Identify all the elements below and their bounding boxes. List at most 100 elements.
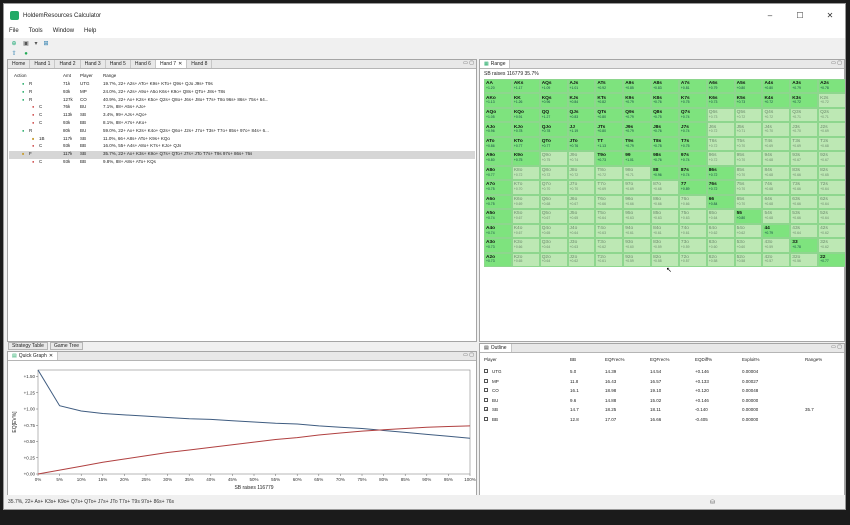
range-cell-A6o[interactable]: A6o +0.75 — [484, 194, 512, 210]
range-cell-KQo[interactable]: KQo +0.91 — [511, 107, 540, 123]
menu-help[interactable]: Help — [79, 27, 101, 38]
range-cell-J2o[interactable]: J2o +0.62 — [567, 252, 596, 267]
range-cell-JTo[interactable]: JTo +0.76 — [567, 136, 596, 152]
player-checkbox[interactable] — [484, 369, 488, 373]
range-cell-K6o[interactable]: K6o +0.69 — [511, 194, 540, 210]
range-cell-87o[interactable]: 87o +0.68 — [651, 180, 679, 195]
range-cell-K8s[interactable]: K8s +0.76 — [651, 93, 679, 108]
tab-hand-2[interactable]: Hand 2 — [55, 60, 81, 68]
range-cell-Q5s[interactable]: Q5s +0.72 — [734, 107, 763, 123]
export-icon[interactable]: ⇧ — [10, 50, 18, 57]
range-cell-TT[interactable]: TT +1.13 — [595, 136, 624, 152]
range-cell-84o[interactable]: 84o +0.61 — [651, 223, 679, 239]
range-cell-J2s[interactable]: J2s +0.69 — [818, 122, 845, 137]
range-cell-A8o[interactable]: A8o +0.77 — [484, 165, 512, 181]
range-cell-T3o[interactable]: T3o +0.62 — [595, 238, 624, 253]
range-cell-Q3o[interactable]: Q3o +0.64 — [539, 238, 568, 253]
range-cell-62o[interactable]: 62o +0.58 — [706, 252, 735, 267]
range-cell-K2o[interactable]: K2o +0.65 — [511, 252, 540, 267]
range-cell-53o[interactable]: 53o +0.60 — [734, 238, 763, 253]
range-cell-QTs[interactable]: QTs +0.80 — [595, 107, 624, 123]
range-cell-ATs[interactable]: ATs +0.92 — [595, 79, 624, 94]
tab-hand-7[interactable]: Hand 7 ✕ — [155, 60, 188, 68]
range-cell-A2o[interactable]: A2o +0.73 — [484, 252, 512, 267]
range-cell-AJs[interactable]: AJs +1.01 — [567, 79, 596, 94]
range-cell-A4o[interactable]: A4o +0.74 — [484, 223, 512, 239]
range-cell-T8o[interactable]: T8o +0.72 — [595, 165, 624, 181]
range-cell-42s[interactable]: 42s +0.62 — [818, 223, 845, 239]
range-cell-K9s[interactable]: K9s +0.79 — [623, 93, 652, 108]
new-icon[interactable]: ⊕ — [10, 40, 18, 47]
save-icon[interactable]: ▣ — [22, 40, 30, 47]
range-cell-AQo[interactable]: AQo +1.05 — [484, 107, 512, 123]
range-cell-42o[interactable]: 42o +0.57 — [762, 252, 791, 267]
player-checkbox[interactable] — [484, 378, 488, 383]
range-cell-J5o[interactable]: J5o +0.65 — [567, 209, 596, 224]
range-cell-A9o[interactable]: A9o +0.80 — [484, 151, 512, 166]
range-cell-A5o[interactable]: A5o +0.74 — [484, 209, 512, 224]
range-cell-J3s[interactable]: J3s +0.70 — [790, 122, 819, 137]
range-cell-J5s[interactable]: J5s +0.71 — [734, 122, 763, 137]
range-cell-Q5o[interactable]: Q5o +0.67 — [539, 209, 568, 224]
range-cell-Q8s[interactable]: Q8s +0.75 — [651, 107, 679, 123]
range-cell-AKo[interactable]: AKo +1.13 — [484, 93, 512, 108]
range-cell-62s[interactable]: 62s +0.64 — [818, 194, 845, 210]
range-cell-88[interactable]: 88 +0.96 — [651, 165, 679, 181]
range-cell-QJo[interactable]: QJo +0.78 — [539, 122, 568, 137]
range-cell-Q9s[interactable]: Q9s +0.79 — [623, 107, 652, 123]
range-cell-83o[interactable]: 83o +0.59 — [651, 238, 679, 253]
range-cell-T9s[interactable]: T9s +0.79 — [623, 136, 652, 152]
range-cell-94s[interactable]: 94s +0.68 — [762, 151, 791, 166]
range-cell-63s[interactable]: 63s +0.66 — [790, 194, 819, 210]
tree-icon[interactable]: ⊞ — [42, 40, 50, 47]
range-cell-QJs[interactable]: QJs +0.83 — [567, 107, 596, 123]
range-cell-75s[interactable]: 75s +0.70 — [734, 180, 763, 195]
range-cell-Q2s[interactable]: Q2s +0.71 — [818, 107, 845, 123]
range-cell-K5o[interactable]: K5o +0.67 — [511, 209, 540, 224]
range-cell-82s[interactable]: 82s +0.65 — [818, 165, 845, 181]
range-cell-52o[interactable]: 52o +0.58 — [734, 252, 763, 267]
range-cell-J3o[interactable]: J3o +0.63 — [567, 238, 596, 253]
range-cell-K7o[interactable]: K7o +0.70 — [511, 180, 540, 195]
range-cell-76o[interactable]: 76o +0.66 — [678, 194, 707, 210]
action-row[interactable] — [9, 89, 475, 96]
range-cell-T5s[interactable]: T5s +0.70 — [734, 136, 763, 152]
range-cell-Q7o[interactable]: Q7o +0.70 — [539, 180, 568, 195]
range-cell-A6s[interactable]: A6s +0.79 — [706, 79, 735, 94]
range-cell-72o[interactable]: 72o +0.57 — [678, 252, 707, 267]
action-row[interactable] — [9, 143, 475, 150]
range-cell-97o[interactable]: 97o +0.69 — [623, 180, 652, 195]
range-cell-Q9o[interactable]: Q9o +0.75 — [539, 151, 568, 166]
maximize-button[interactable]: ☐ — [785, 4, 815, 27]
tab-quick-graph[interactable]: ▤ Quick Graph ✕ — [8, 352, 59, 360]
range-cell-92o[interactable]: 92o +0.59 — [623, 252, 652, 267]
range-cell-76s[interactable]: 76s +0.72 — [706, 180, 735, 195]
panel-controls[interactable]: ▭ ▢ — [463, 60, 474, 66]
range-cell-J6o[interactable]: J6o +0.67 — [567, 194, 596, 210]
range-cell-T4o[interactable]: T4o +0.63 — [595, 223, 624, 239]
range-cell-T3s[interactable]: T3s +0.69 — [790, 136, 819, 152]
range-cell-K3o[interactable]: K3o +0.66 — [511, 238, 540, 253]
range-cell-97s[interactable]: 97s +0.74 — [678, 151, 707, 166]
range-cell-AJo[interactable]: AJo +0.96 — [484, 122, 512, 137]
range-cell-53s[interactable]: 53s +0.66 — [790, 209, 819, 224]
action-row[interactable] — [9, 104, 475, 111]
range-cell-Q6o[interactable]: Q6o +0.68 — [539, 194, 568, 210]
player-checkbox[interactable] — [484, 388, 488, 392]
range-cell-74s[interactable]: 74s +0.68 — [762, 180, 791, 195]
range-cell-ATo[interactable]: ATo +0.86 — [484, 136, 512, 152]
tab-outline[interactable]: ▤ Outline — [480, 344, 512, 352]
tab-hand-5[interactable]: Hand 5 — [106, 60, 131, 68]
range-cell-66[interactable]: 66 +0.84 — [706, 194, 735, 210]
range-cell-77[interactable]: 77 +0.89 — [678, 180, 707, 195]
range-cell-K7s[interactable]: K7s +0.75 — [678, 93, 707, 108]
range-cell-K8o[interactable]: K8o +0.72 — [511, 165, 540, 181]
range-cell-J9o[interactable]: J9o +0.74 — [567, 151, 596, 166]
range-cell-Q4o[interactable]: Q4o +0.65 — [539, 223, 568, 239]
range-cell-43o[interactable]: 43o +0.59 — [762, 238, 791, 253]
range-cell-JTs[interactable]: JTs +0.80 — [595, 122, 624, 137]
range-cell-J7s[interactable]: J7s +0.74 — [678, 122, 707, 137]
player-checkbox[interactable] — [484, 397, 488, 402]
range-cell-55[interactable]: 55 +0.80 — [734, 209, 763, 224]
range-cell-KK[interactable]: KK +1.26 — [511, 93, 540, 108]
